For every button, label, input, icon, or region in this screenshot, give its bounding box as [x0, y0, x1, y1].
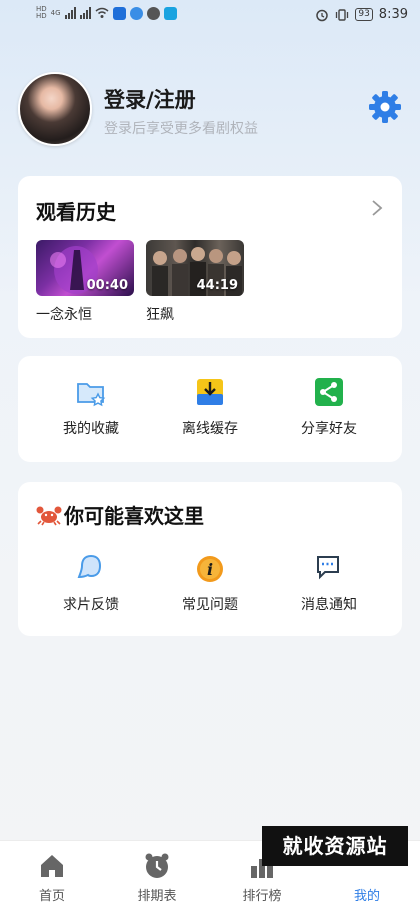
status-bar-left: HD HD 4G	[36, 6, 177, 20]
tab-home-label: 首页	[38, 889, 65, 904]
history-item-title[interactable]: 狂飙	[146, 304, 174, 324]
wechat-icon	[146, 6, 160, 20]
login-subtitle: 登录后享受更多看剧权益	[104, 121, 258, 137]
browser-notification-icon	[129, 6, 143, 20]
history-title: 观看历史	[36, 200, 116, 224]
share-friends-label: 分享好友	[301, 421, 357, 437]
login-register-link[interactable]: 登录/注册	[104, 84, 196, 114]
gear-icon[interactable]	[368, 90, 402, 124]
status-bar-right: 93 8:39	[315, 7, 408, 22]
faq-icon: i	[197, 556, 223, 582]
vibrate-icon	[336, 8, 349, 21]
battery-icon: 93	[355, 8, 373, 21]
share-friends-button[interactable]: 分享好友	[274, 376, 384, 438]
tab-schedule-label: 排期表	[137, 889, 177, 904]
tab-ranking-label: 排行榜	[242, 889, 282, 904]
home-icon	[41, 855, 63, 877]
history-card: 观看历史 00:40 44:19 一念永恒 狂飙	[18, 176, 402, 338]
signal-icon-2	[79, 7, 91, 19]
tab-schedule[interactable]: 排期表	[117, 851, 197, 904]
status-bar: HD HD 4G 93 8:39	[0, 0, 420, 34]
suggestions-card: 你可能喜欢这里 求片反馈 i 常见问题 消息通知	[18, 482, 402, 636]
clock: 8:39	[378, 7, 408, 22]
hd-indicator: HD HD	[36, 5, 47, 20]
history-item-title[interactable]: 一念永恒	[36, 304, 92, 324]
avatar[interactable]	[18, 72, 92, 146]
crab-icon	[36, 506, 62, 525]
faq-button[interactable]: i 常见问题	[155, 552, 265, 614]
signal-icon	[64, 7, 76, 19]
tab-profile-label: 我的	[353, 889, 380, 904]
duration-label: 44:19	[196, 278, 238, 293]
history-thumbnail[interactable]: 00:40	[36, 240, 134, 296]
notifications-button[interactable]: 消息通知	[274, 552, 384, 614]
message-icon	[317, 556, 339, 580]
download-icon	[197, 379, 223, 405]
feedback-icon	[77, 554, 102, 579]
actions-card: 我的收藏 离线缓存 分享好友	[18, 356, 402, 462]
tab-home[interactable]: 首页	[12, 851, 92, 904]
profile-header[interactable]: 登录/注册 登录后享受更多看剧权益	[18, 72, 402, 148]
app-notification-icon	[112, 6, 126, 20]
share-icon	[315, 378, 343, 406]
alarm-icon	[316, 9, 329, 21]
chevron-right-icon[interactable]	[370, 198, 384, 218]
request-feedback-button[interactable]: 求片反馈	[36, 552, 146, 614]
notifications-label: 消息通知	[301, 597, 357, 613]
suggestions-title: 你可能喜欢这里	[64, 504, 204, 528]
wifi-icon	[95, 7, 109, 18]
duration-label: 00:40	[86, 278, 128, 293]
search-app-icon	[163, 6, 177, 20]
faq-label: 常见问题	[182, 597, 238, 613]
favorites-button[interactable]: 我的收藏	[36, 376, 146, 438]
offline-cache-label: 离线缓存	[182, 421, 238, 437]
offline-cache-button[interactable]: 离线缓存	[155, 376, 265, 438]
svg-text:i: i	[207, 560, 213, 579]
request-feedback-label: 求片反馈	[63, 597, 119, 613]
watermark-banner: 就收资源站	[262, 826, 408, 866]
history-thumbnail[interactable]: 44:19	[146, 240, 244, 296]
suggestions-heading: 你可能喜欢这里	[36, 500, 204, 529]
favorites-label: 我的收藏	[63, 421, 119, 437]
network-type: 4G	[50, 8, 61, 17]
folder-star-icon	[77, 383, 106, 407]
schedule-icon	[145, 853, 169, 878]
